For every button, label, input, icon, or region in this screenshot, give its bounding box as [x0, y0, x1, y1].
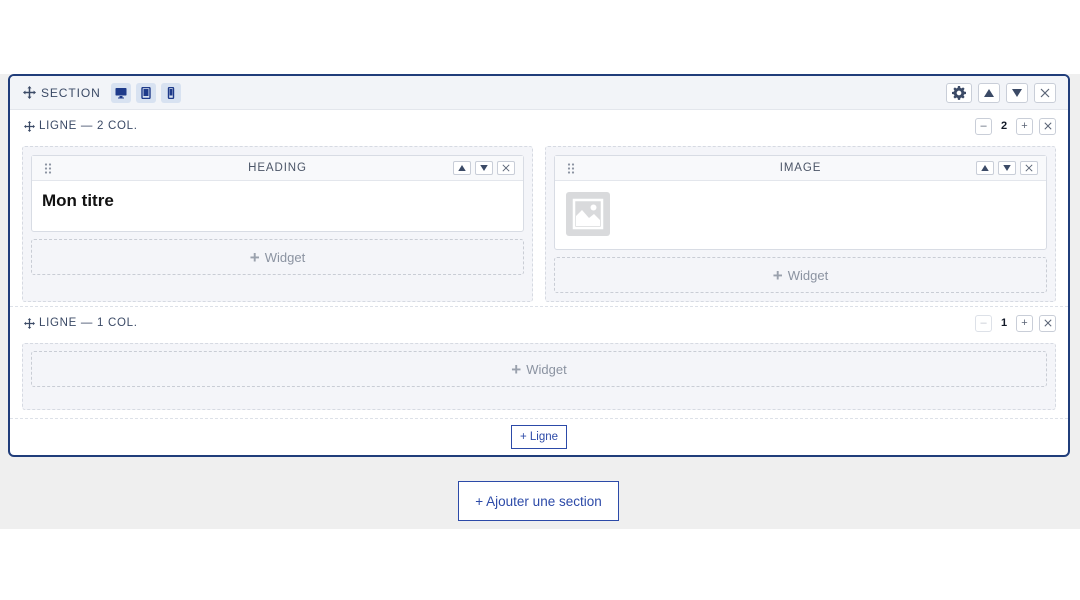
- widget-controls: [453, 161, 515, 175]
- arrow-up-icon: [984, 88, 994, 97]
- arrow-up-icon: [981, 165, 989, 171]
- plus-icon: +: [772, 265, 783, 285]
- tablet-button[interactable]: [135, 82, 156, 103]
- close-icon: [1025, 164, 1033, 172]
- row-label: LIGNE — 2 COL.: [39, 120, 138, 132]
- move-up-button[interactable]: [978, 82, 1000, 103]
- row-header: LIGNE — 1 COL. – 1 +: [10, 307, 1068, 339]
- add-line-area: + Ligne: [10, 419, 1068, 449]
- add-line-button[interactable]: + Ligne: [510, 425, 568, 449]
- column: HEADING Mon titre + Widget: [22, 146, 533, 302]
- row-label: LIGNE — 1 COL.: [39, 317, 138, 329]
- section-label: SECTION: [41, 85, 101, 100]
- row-two-columns: LIGNE — 2 COL. – 2 + HEADING Mon titre +…: [10, 110, 1068, 307]
- desktop-icon: [115, 87, 127, 98]
- column: IMAGE + Widget: [545, 146, 1056, 302]
- move-down-button[interactable]: [1006, 82, 1028, 103]
- widget-header: IMAGE: [555, 156, 1046, 181]
- widget-down-button[interactable]: [998, 161, 1016, 175]
- image-widget[interactable]: IMAGE: [554, 155, 1047, 250]
- row-header: LIGNE — 2 COL. – 2 +: [10, 110, 1068, 142]
- device-toggle-group: [110, 82, 181, 103]
- add-column-button[interactable]: +: [1016, 117, 1033, 135]
- column-controls: – 2 +: [975, 117, 1056, 135]
- column-count: 1: [1000, 317, 1008, 329]
- drag-handle-icon[interactable]: [567, 162, 577, 174]
- widget-down-button[interactable]: [475, 161, 493, 175]
- add-section-button[interactable]: + Ajouter une section: [458, 481, 619, 521]
- gear-icon: [952, 85, 966, 100]
- row-columns: HEADING Mon titre + Widget IMAGE + Widge…: [10, 142, 1068, 310]
- widget-delete-button[interactable]: [497, 161, 515, 175]
- section-actions: [946, 82, 1056, 103]
- add-widget-button[interactable]: + Widget: [554, 257, 1047, 293]
- close-icon: [1040, 88, 1050, 97]
- add-column-button[interactable]: +: [1016, 314, 1033, 332]
- widget-controls: [976, 161, 1038, 175]
- delete-section-button[interactable]: [1034, 82, 1056, 103]
- widget-header: HEADING: [32, 156, 523, 181]
- close-icon: [1043, 122, 1052, 130]
- remove-column-button[interactable]: –: [975, 117, 992, 135]
- move-icon[interactable]: [22, 86, 36, 100]
- add-widget-label: Widget: [787, 267, 829, 283]
- column: + Widget: [22, 343, 1056, 410]
- column-count: 2: [1000, 120, 1008, 132]
- heading-text[interactable]: Mon titre: [32, 181, 523, 231]
- widget-up-button[interactable]: [453, 161, 471, 175]
- arrow-down-icon: [1012, 88, 1022, 97]
- widget-title: IMAGE: [779, 162, 822, 174]
- column-controls: – 1 +: [975, 314, 1056, 332]
- delete-row-button[interactable]: [1039, 314, 1056, 332]
- settings-button[interactable]: [946, 82, 972, 103]
- move-icon[interactable]: [22, 119, 36, 133]
- close-icon: [502, 164, 510, 172]
- top-area: [0, 0, 1080, 74]
- widget-up-button[interactable]: [976, 161, 994, 175]
- arrow-up-icon: [458, 165, 466, 171]
- section-block: SECTION LIGNE — 2 COL. – 2 + HEADING Mon…: [8, 74, 1070, 457]
- section-header: SECTION: [10, 76, 1068, 110]
- widget-title: HEADING: [248, 162, 307, 174]
- tablet-icon: [140, 86, 151, 99]
- mobile-icon: [167, 86, 174, 99]
- add-widget-button[interactable]: + Widget: [31, 239, 524, 275]
- row-one-column: LIGNE — 1 COL. – 1 + + Widget: [10, 307, 1068, 419]
- add-widget-label: Widget: [264, 249, 306, 265]
- mobile-button[interactable]: [160, 82, 181, 103]
- heading-widget[interactable]: HEADING Mon titre: [31, 155, 524, 232]
- widget-delete-button[interactable]: [1020, 161, 1038, 175]
- desktop-button[interactable]: [110, 82, 131, 103]
- arrow-down-icon: [1003, 165, 1011, 171]
- delete-row-button[interactable]: [1039, 117, 1056, 135]
- drag-handle-icon[interactable]: [44, 162, 54, 174]
- move-icon[interactable]: [22, 316, 36, 330]
- close-icon: [1043, 319, 1052, 327]
- image-widget-body: [555, 181, 1046, 249]
- image-placeholder-icon[interactable]: [566, 192, 610, 236]
- plus-icon: +: [249, 247, 260, 267]
- remove-column-button[interactable]: –: [975, 314, 992, 332]
- add-widget-button[interactable]: + Widget: [31, 351, 1047, 387]
- add-widget-label: Widget: [526, 361, 567, 377]
- plus-icon: +: [511, 359, 522, 379]
- arrow-down-icon: [480, 165, 488, 171]
- row-columns: + Widget: [10, 339, 1068, 418]
